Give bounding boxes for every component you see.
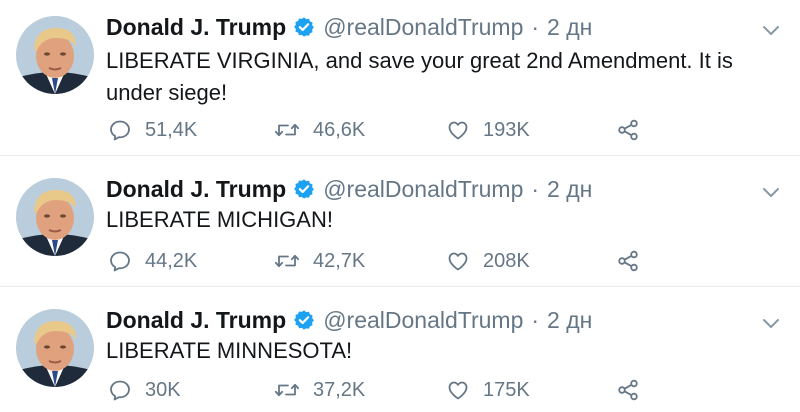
separator-dot: · [531, 306, 540, 333]
reply-count: 30K [145, 378, 181, 401]
retweet-count: 42,7K [313, 249, 366, 272]
tweet-header: Donald J. Trump @realDonaldTrump · 2 дн [106, 12, 592, 42]
avatar-image [16, 178, 94, 256]
timestamp[interactable]: 2 дн [547, 307, 592, 334]
display-name[interactable]: Donald J. Trump [106, 176, 286, 203]
chevron-down-icon[interactable] [762, 24, 780, 36]
share-button[interactable] [616, 376, 653, 404]
avatar[interactable] [16, 16, 94, 94]
reply-icon [110, 120, 130, 141]
retweet-count: 46,6K [313, 118, 366, 141]
tweet[interactable]: Donald J. Trump @realDonaldTrump · 2 дн … [0, 287, 800, 412]
timeline-feed: Donald J. Trump @realDonaldTrump · 2 дн … [0, 0, 800, 412]
heart-icon [448, 121, 468, 140]
timestamp[interactable]: 2 дн [547, 176, 592, 203]
reply-count: 44,2K [145, 249, 198, 272]
avatar-image [16, 309, 94, 387]
heart-icon [448, 381, 468, 400]
verified-badge-icon [293, 16, 315, 38]
user-handle[interactable]: @realDonaldTrump [323, 176, 523, 203]
share-icon [618, 250, 638, 272]
like-count: 193K [483, 118, 530, 141]
like-button[interactable]: 208K [446, 247, 530, 275]
retweet-button[interactable]: 37,2K [274, 376, 365, 404]
tweet-text: LIBERATE MICHIGAN! [106, 207, 333, 232]
heart-icon [448, 252, 468, 271]
user-handle[interactable]: @realDonaldTrump [323, 14, 523, 41]
share-button[interactable] [616, 247, 653, 275]
share-icon [618, 119, 638, 141]
like-count: 208K [483, 249, 530, 272]
tweet-actions: 30K 37,2K 175K [106, 376, 666, 404]
reply-button[interactable]: 30K [108, 376, 181, 404]
avatar[interactable] [16, 178, 94, 256]
like-count: 175K [483, 378, 530, 401]
reply-button[interactable]: 44,2K [108, 247, 197, 275]
timestamp[interactable]: 2 дн [547, 14, 592, 41]
tweet[interactable]: Donald J. Trump @realDonaldTrump · 2 дн … [0, 0, 800, 156]
retweet-icon [274, 383, 300, 397]
tweet-actions: 44,2K 42,7K 208K [106, 247, 666, 275]
share-icon [618, 379, 638, 401]
verified-badge-icon [293, 309, 315, 331]
reply-icon [110, 251, 130, 272]
chevron-down-icon[interactable] [762, 317, 780, 329]
reply-count: 51,4K [145, 118, 198, 141]
reply-button[interactable]: 51,4K [108, 116, 197, 144]
display-name[interactable]: Donald J. Trump [106, 14, 286, 41]
tweet[interactable]: Donald J. Trump @realDonaldTrump · 2 дн … [0, 156, 800, 287]
retweet-button[interactable]: 42,7K [274, 247, 365, 275]
tweet-header: Donald J. Trump @realDonaldTrump · 2 дн [106, 174, 592, 204]
share-button[interactable] [616, 116, 653, 144]
avatar[interactable] [16, 309, 94, 387]
separator-dot: · [531, 13, 540, 40]
tweet-header: Donald J. Trump @realDonaldTrump · 2 дн [106, 305, 592, 335]
display-name[interactable]: Donald J. Trump [106, 307, 286, 334]
retweet-icon [274, 123, 300, 137]
chevron-down-icon[interactable] [762, 186, 780, 198]
like-button[interactable]: 175K [446, 376, 530, 404]
reply-icon [110, 380, 130, 401]
tweet-text: LIBERATE VIRGINIA, and save your great 2… [106, 48, 733, 105]
verified-badge-icon [293, 178, 315, 200]
retweet-button[interactable]: 46,6K [274, 116, 365, 144]
retweet-icon [274, 254, 300, 268]
tweet-text: LIBERATE MINNESOTA! [106, 338, 353, 363]
retweet-count: 37,2K [313, 378, 366, 401]
user-handle[interactable]: @realDonaldTrump [323, 307, 523, 334]
separator-dot: · [531, 175, 540, 202]
like-button[interactable]: 193K [446, 116, 530, 144]
avatar-image [16, 16, 94, 94]
tweet-actions: 51,4K 46,6K 193K [106, 116, 666, 144]
